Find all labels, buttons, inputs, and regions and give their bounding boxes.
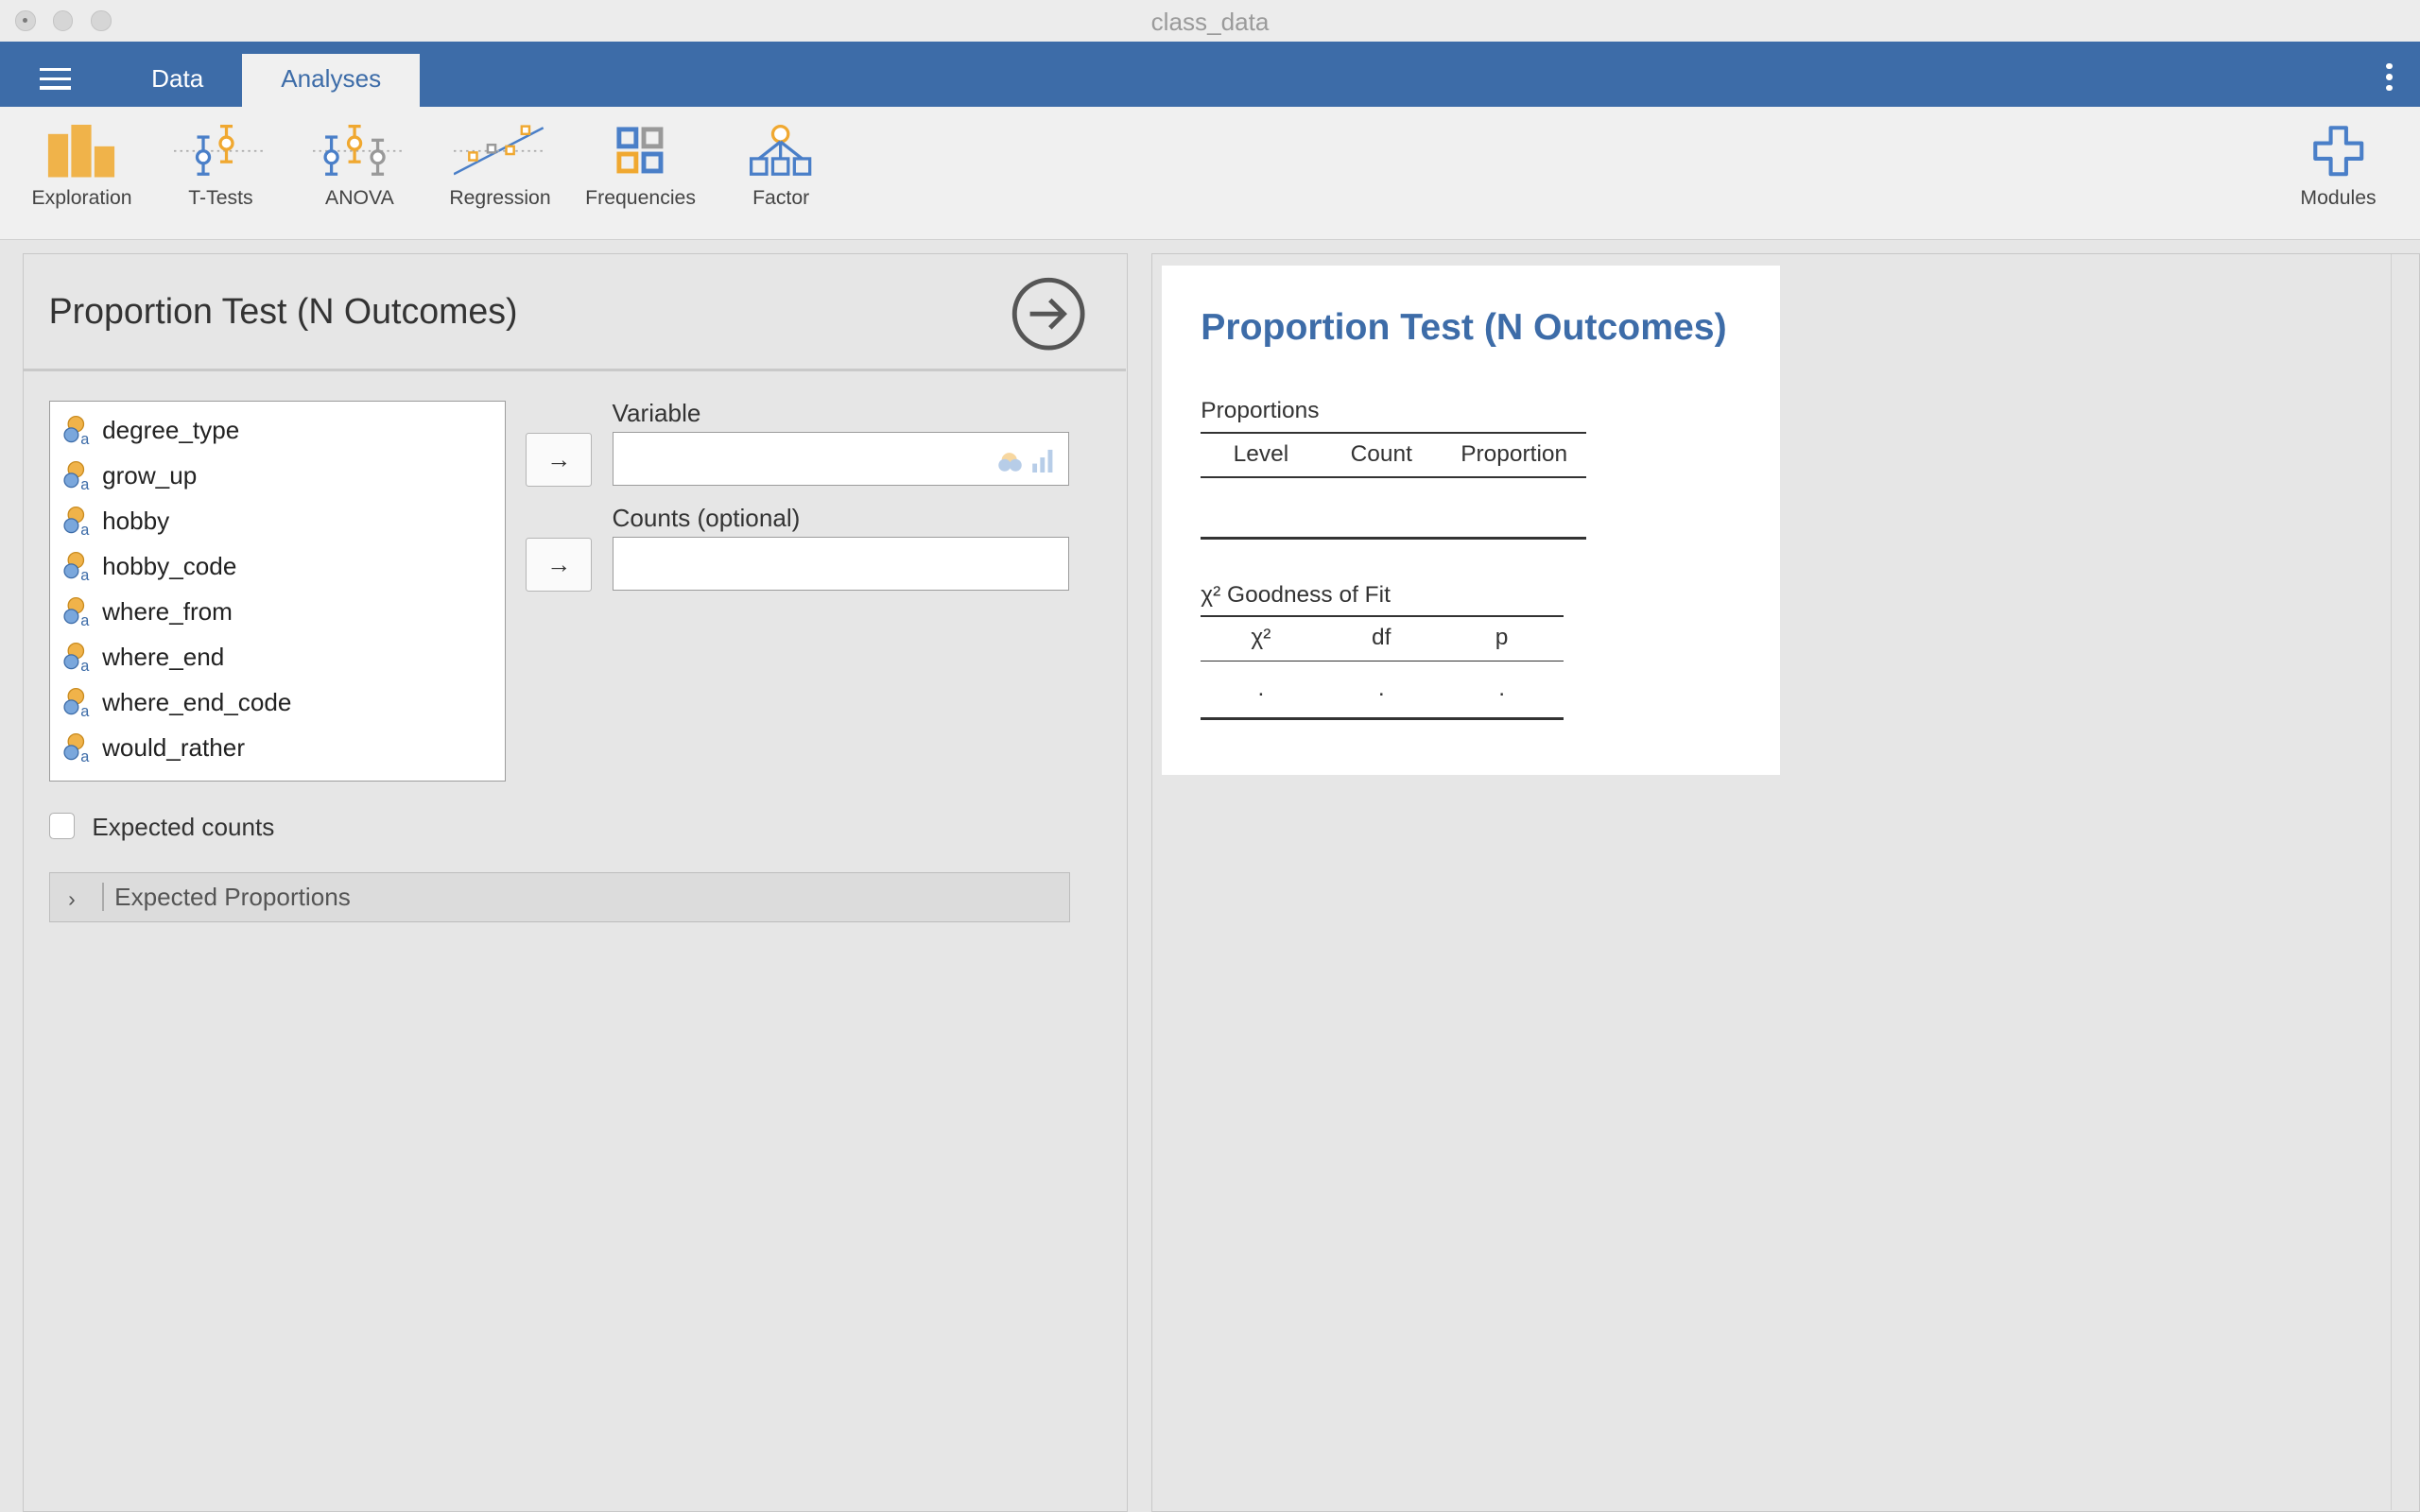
variable-field[interactable] <box>612 431 1069 486</box>
expected-counts-checkbox[interactable] <box>48 812 76 839</box>
variable-list-item[interactable]: a would_rather <box>50 725 505 770</box>
tab-data[interactable]: Data <box>124 54 232 107</box>
chevron-right-icon: › <box>68 885 76 911</box>
t-tests-icon <box>174 125 268 177</box>
nominal-variable-icon: a <box>63 733 90 764</box>
svg-text:a: a <box>80 612 90 627</box>
analyses-ribbon: Exploration T-Tests ANOVA Regression Fre… <box>0 106 2420 241</box>
results-scrollbar[interactable] <box>2390 253 2420 1510</box>
window-title: class_data <box>1150 8 1270 37</box>
variable-label: Variable <box>612 399 701 428</box>
nominal-variable-icon: a <box>63 461 90 491</box>
variable-list-item[interactable]: a hobby_code <box>50 543 505 589</box>
variable-list-item[interactable]: a hobby <box>50 498 505 543</box>
table-rule <box>1201 717 1564 721</box>
exploration-icon <box>47 125 114 178</box>
results-title[interactable]: Proportion Test (N Outcomes) <box>1201 307 1726 349</box>
tab-analyses[interactable]: Analyses <box>242 54 421 107</box>
table-cell: . <box>1377 676 1385 702</box>
column-header: Count <box>1350 440 1412 467</box>
svg-text:a: a <box>80 476 90 491</box>
frequencies-icon <box>616 127 664 174</box>
table-rule <box>1201 660 1564 662</box>
variable-name: degree_type <box>102 415 240 444</box>
variable-name: where_end <box>102 642 225 671</box>
factor-icon <box>750 125 812 177</box>
frequencies-label: Frequencies <box>585 186 696 209</box>
anova-label: ANOVA <box>325 186 394 209</box>
title-divider <box>24 368 1127 371</box>
variable-name: where_from <box>102 596 233 626</box>
variable-list[interactable]: a degree_type a grow_up a hobby a hobby_code a wh… <box>48 400 506 782</box>
variable-list-item[interactable]: a degree_type <box>50 407 505 453</box>
counts-field[interactable] <box>612 536 1069 591</box>
move-to-counts-button[interactable]: → <box>526 538 593 593</box>
regression-button[interactable]: Regression <box>431 125 570 232</box>
variable-type-icon <box>998 449 1053 472</box>
nominal-variable-icon: a <box>63 688 90 718</box>
column-header: Proportion <box>1461 440 1568 467</box>
table-cell: . <box>1498 676 1506 702</box>
move-to-variable-button[interactable]: → <box>526 433 593 488</box>
variable-name: hobby <box>102 506 170 535</box>
panel-title: Proportion Test (N Outcomes) <box>48 290 518 331</box>
regression-label: Regression <box>449 186 551 209</box>
column-header: df <box>1372 625 1392 651</box>
svg-text:a: a <box>80 522 90 537</box>
table-rule <box>1201 476 1587 479</box>
counts-label: Counts (optional) <box>612 504 801 533</box>
analysis-options-panel: Proportion Test (N Outcomes) a degree_typ… <box>23 252 1129 1512</box>
factor-button[interactable]: Factor <box>712 125 851 232</box>
exploration-button[interactable]: Exploration <box>12 125 151 232</box>
results-card: Proportion Test (N Outcomes) Proportions… <box>1162 265 1780 775</box>
nominal-variable-icon: a <box>63 643 90 673</box>
goodness-of-fit-table-title: χ² Goodness of Fit <box>1201 581 1391 608</box>
variable-list-item[interactable]: a where_end_code <box>50 679 505 725</box>
regression-icon <box>454 125 546 176</box>
anova-button[interactable]: ANOVA <box>290 125 429 232</box>
arrow-right-circle-icon[interactable] <box>1011 277 1085 351</box>
t-tests-label: T-Tests <box>188 186 253 209</box>
column-header: χ² <box>1251 625 1271 651</box>
more-options-icon[interactable] <box>2386 62 2393 95</box>
column-header: Level <box>1233 440 1289 467</box>
variable-list-item[interactable]: a where_from <box>50 589 505 634</box>
svg-text:a: a <box>80 703 90 718</box>
variable-list-item[interactable]: a where_end <box>50 634 505 679</box>
table-rule <box>1201 432 1587 434</box>
hamburger-menu-icon[interactable] <box>40 67 72 90</box>
table-rule <box>1201 615 1564 618</box>
variable-name: hobby_code <box>102 551 237 580</box>
expected-proportions-section[interactable]: › Expected Proportions <box>48 872 1071 922</box>
plus-icon <box>2313 126 2364 177</box>
svg-text:a: a <box>80 658 90 673</box>
variable-list-item[interactable]: a grow_up <box>50 453 505 498</box>
nominal-variable-icon: a <box>63 507 90 537</box>
nominal-variable-icon: a <box>63 552 90 582</box>
variable-name: where_end_code <box>102 687 292 716</box>
variable-name: would_rather <box>102 732 246 762</box>
expected-counts-label: Expected counts <box>92 812 275 841</box>
main-tab-bar: Data Analyses <box>0 42 2420 107</box>
t-tests-button[interactable]: T-Tests <box>151 125 290 232</box>
anova-icon <box>313 125 406 177</box>
table-rule <box>1201 537 1587 541</box>
proportions-table-title: Proportions <box>1201 398 1320 424</box>
factor-label: Factor <box>752 186 810 209</box>
svg-text:a: a <box>80 431 90 446</box>
expected-proportions-label: Expected Proportions <box>114 883 351 912</box>
nominal-variable-icon: a <box>63 597 90 627</box>
divider <box>102 883 104 911</box>
window-title-bar: class_data <box>0 0 2420 43</box>
exploration-label: Exploration <box>31 186 132 209</box>
modules-button[interactable]: Modules <box>2269 125 2408 232</box>
modules-label: Modules <box>2300 186 2377 209</box>
svg-text:a: a <box>80 748 90 764</box>
column-header: p <box>1495 625 1509 651</box>
nominal-variable-icon: a <box>63 416 90 446</box>
table-cell: . <box>1257 676 1265 702</box>
variable-name: grow_up <box>102 460 198 490</box>
frequencies-button[interactable]: Frequencies <box>571 125 710 232</box>
svg-text:a: a <box>80 567 90 582</box>
